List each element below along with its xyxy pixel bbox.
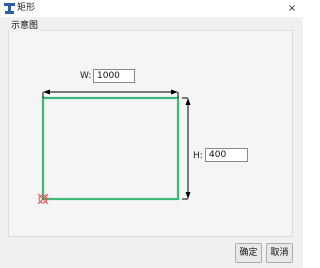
preview-canvas [37, 89, 191, 205]
close-icon: × [287, 3, 297, 14]
close-button[interactable]: × [283, 0, 301, 17]
width-dimension-line [42, 89, 179, 98]
title-bar: 矩形 × [0, 0, 303, 17]
origin-marker-icon [37, 193, 49, 205]
app-icon [4, 3, 15, 14]
height-input[interactable]: 400 [205, 148, 248, 162]
width-input[interactable]: 1000 [93, 69, 135, 83]
ok-button[interactable]: 确定 [235, 243, 262, 263]
rectangle-shape [41, 96, 180, 201]
window-title: 矩形 [17, 3, 36, 13]
width-label: W: [80, 71, 92, 81]
height-dimension-line [182, 97, 191, 200]
height-label: H: [193, 151, 203, 161]
cancel-button[interactable]: 取消 [266, 243, 293, 263]
